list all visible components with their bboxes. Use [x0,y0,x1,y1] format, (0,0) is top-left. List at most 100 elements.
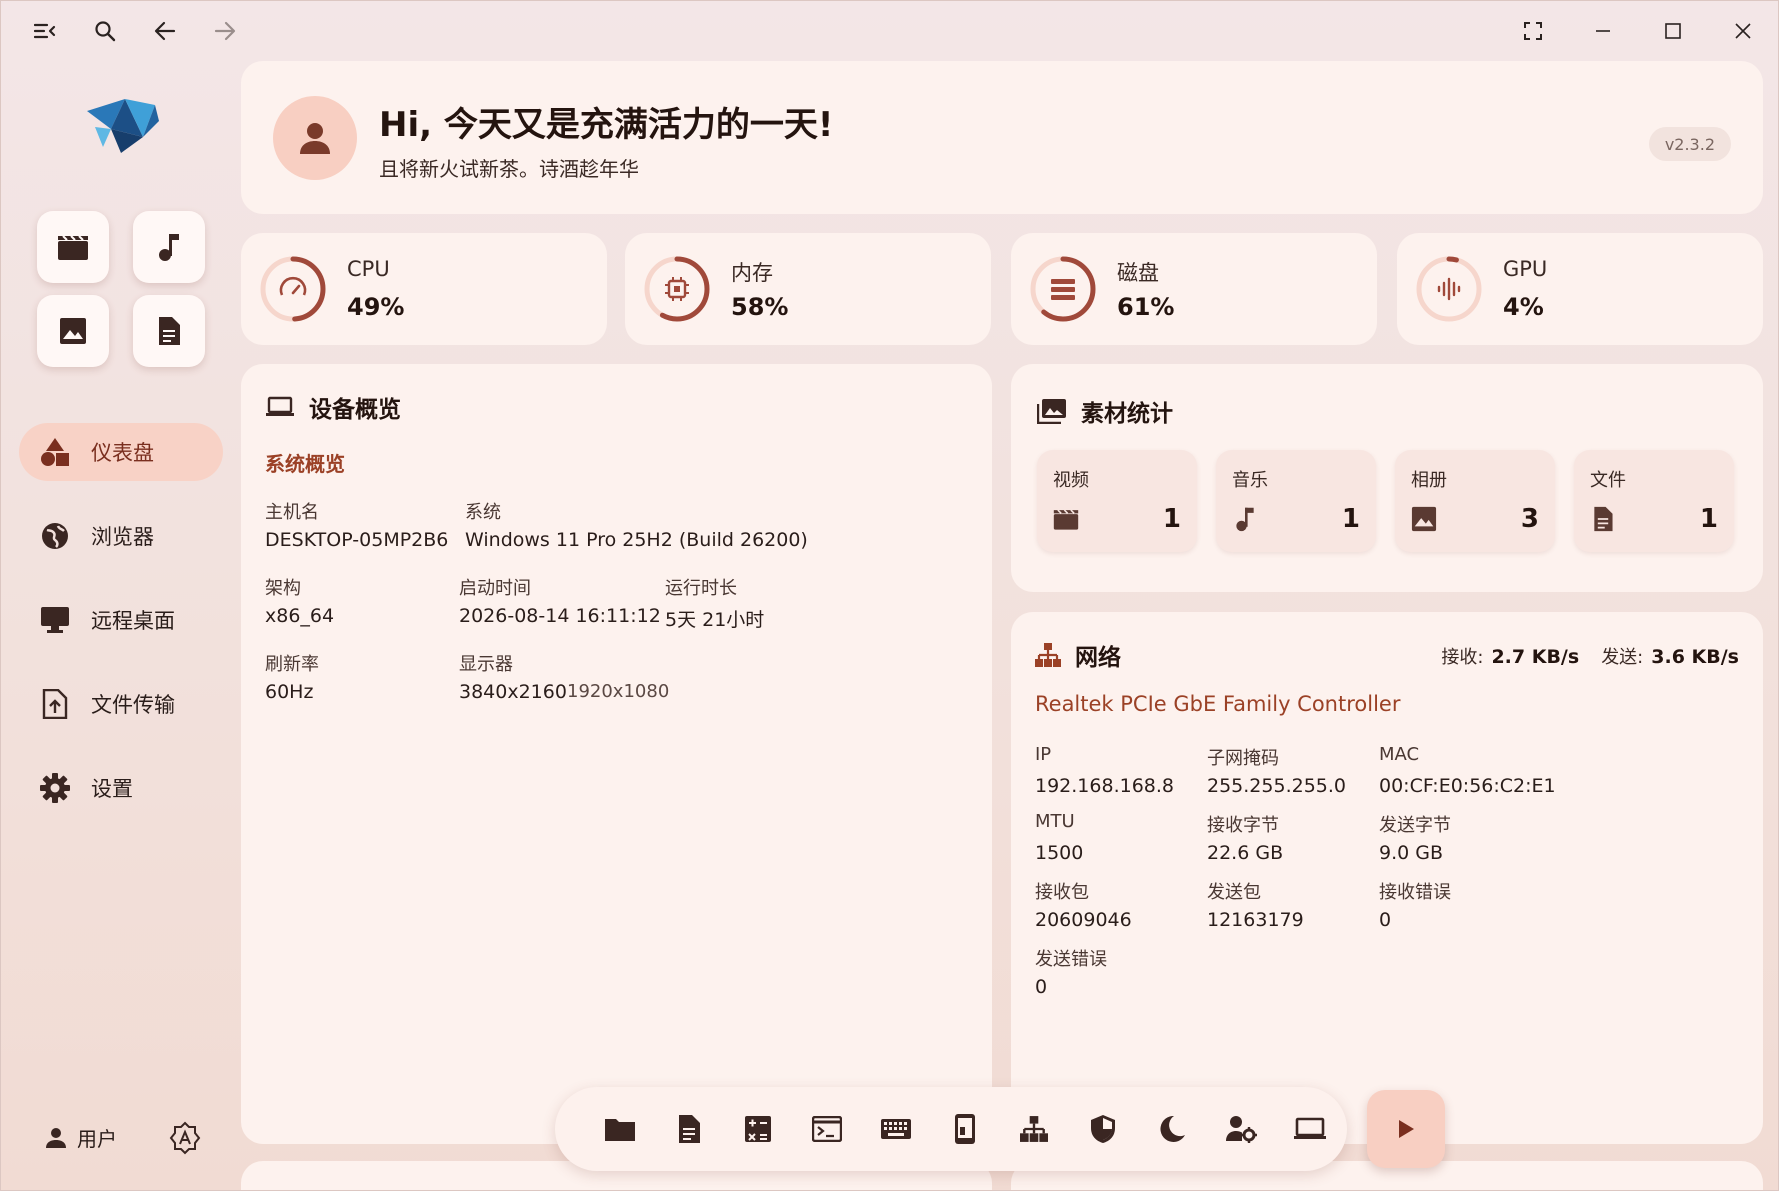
user-button[interactable]: 用户 [45,1123,117,1152]
nav-item-remote-desktop[interactable]: 远程桌面 [19,591,223,649]
device-overview-title: 设备概览 [309,397,401,423]
nav-item-browser[interactable]: 浏览器 [19,507,223,565]
document-icon[interactable] [654,1099,723,1159]
music-icon [1236,507,1254,532]
nav-item-dashboard[interactable]: 仪表盘 [19,423,223,481]
stat-value-gpu: 4% [1503,293,1544,321]
stat-label-gpu: GPU [1503,257,1548,281]
material-count: 1 [1162,504,1181,534]
nav-label-dashboard: 仪表盘 [91,441,154,465]
moon-icon[interactable] [1137,1099,1206,1159]
back-arrow-icon[interactable] [135,11,195,51]
phone-icon[interactable] [930,1099,999,1159]
quick-video-button[interactable] [37,211,109,283]
material-count: 1 [1699,504,1718,534]
user-settings-icon[interactable] [1206,1099,1275,1159]
network-field-value: 255.255.255.0 [1207,775,1347,797]
quick-image-button[interactable] [37,295,109,367]
network-field-label: MTU [1035,811,1075,832]
greeting-card: Hi, 今天又是充满活力的一天! 且将新火试新茶。诗酒趁年华 v2.3.2 [241,61,1763,214]
stat-card-gpu: GPU 4% [1397,233,1763,345]
network-header: 网络 [1035,638,1121,672]
menu-collapse-icon[interactable] [15,11,75,51]
display-primary-value: 3840x2160 [459,681,567,703]
search-icon[interactable] [75,11,135,51]
nav-item-file-transfer[interactable]: 文件传输 [19,675,223,733]
titlebar-left [15,11,255,51]
cpu-ring [259,255,327,323]
material-tile-file[interactable]: 文件 1 [1574,450,1734,552]
materials-card: 素材统计 视频 1 音乐 1 相册 3 文件 1 [1011,364,1763,592]
quick-music-button[interactable] [133,211,205,283]
network-field-label: MAC [1379,744,1420,765]
network-card: 网络 接收: 2.7 KB/s 发送: 3.6 KB/s Realtek PCIe … [1011,612,1763,1144]
terminal-icon[interactable] [792,1099,861,1159]
keyboard-icon[interactable] [861,1099,930,1159]
chip-icon [665,277,689,301]
network-field-value: 9.0 GB [1379,842,1444,864]
monitor-icon [39,604,71,636]
material-label: 相册 [1411,470,1447,491]
display-label: 显示器 [459,654,513,675]
os-value: Windows 11 Pro 25H2 (Build 26200) [465,529,808,551]
minimize-icon[interactable] [1568,11,1638,51]
hostname-value: DESKTOP-05MP2B6 [265,529,449,551]
image-icon [1411,506,1437,532]
stat-label-memory: 内存 [731,261,773,285]
network-field-label: 发送包 [1207,882,1261,903]
material-tile-video[interactable]: 视频 1 [1037,450,1197,552]
uptime-value: 5天 21小时 [665,609,765,631]
stat-value-memory: 58% [731,293,789,321]
nav-label-remote-desktop: 远程桌面 [91,609,175,633]
network-field-value: 0 [1379,909,1392,931]
network-field-value: 0 [1035,976,1048,998]
network-field-value: 1500 [1035,842,1084,864]
recv-rate-value: 2.7 KB/s [1491,646,1580,668]
os-label: 系统 [465,502,501,523]
stat-card-memory: 内存 58% [625,233,991,345]
play-button[interactable] [1367,1090,1445,1168]
nav-item-settings[interactable]: 设置 [19,759,223,817]
network-field-label: 接收字节 [1207,815,1279,836]
folder-icon[interactable] [585,1099,654,1159]
gear-icon [39,772,71,804]
boot-time-value: 2026-08-14 16:11:12 [459,605,661,627]
waveform-icon [1437,277,1461,301]
network-field-value: 20609046 [1035,909,1132,931]
calculator-icon[interactable] [723,1099,792,1159]
device-overview-card: 设备概览 系统概览 主机名 DESKTOP-05MP2B6 系统 Windows… [241,364,992,1144]
material-label: 视频 [1053,470,1089,491]
close-icon[interactable] [1708,11,1778,51]
globe-icon [39,520,71,552]
maximize-icon[interactable] [1638,11,1708,51]
network-field-value: 192.168.168.8 [1035,775,1175,797]
forward-arrow-icon[interactable] [195,11,255,51]
nav-label-browser: 浏览器 [91,525,154,549]
network-field-value: 12163179 [1207,909,1304,931]
auto-theme-icon[interactable] [167,1120,203,1156]
stat-value-disk: 61% [1117,293,1175,321]
material-count: 1 [1341,504,1360,534]
file-upload-icon [39,688,71,720]
document-icon [1594,506,1613,532]
material-tile-music[interactable]: 音乐 1 [1216,450,1376,552]
display-secondary-value: 1920x1080 [567,681,670,702]
material-tile-album[interactable]: 相册 3 [1395,450,1555,552]
avatar[interactable] [273,96,357,180]
network-tree-icon[interactable] [999,1099,1068,1159]
quick-document-button[interactable] [133,295,205,367]
shield-icon[interactable] [1068,1099,1137,1159]
network-field-label: IP [1035,744,1052,765]
quick-dock [555,1087,1347,1171]
network-field-value: 22.6 GB [1207,842,1284,864]
materials-title: 素材统计 [1081,401,1173,427]
stat-label-disk: 磁盘 [1117,261,1159,285]
user-icon [46,1127,66,1148]
refresh-rate-label: 刷新率 [265,654,319,675]
network-title: 网络 [1075,645,1121,671]
document-icon [159,317,180,345]
fullscreen-icon[interactable] [1498,11,1568,51]
gpu-ring [1415,255,1483,323]
laptop-icon[interactable] [1275,1099,1344,1159]
network-field-label: 子网掩码 [1207,748,1279,769]
